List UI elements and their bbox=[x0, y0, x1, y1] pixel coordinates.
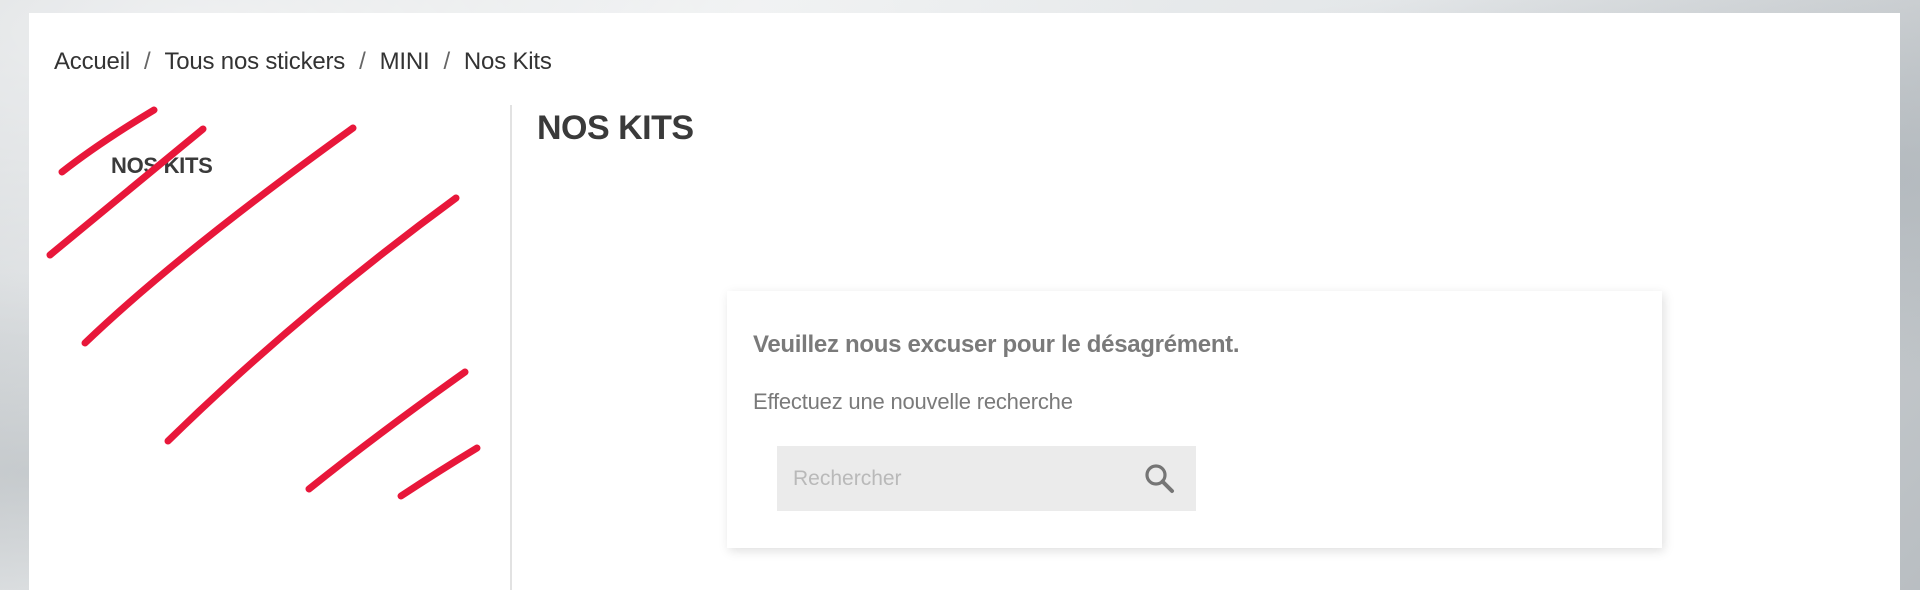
search-icon bbox=[1145, 464, 1174, 493]
breadcrumb-link-home[interactable]: Accueil bbox=[54, 48, 130, 75]
no-results-notice: Veuillez nous excuser pour le désagrémen… bbox=[727, 291, 1662, 548]
search-button[interactable] bbox=[1142, 461, 1178, 497]
sidebar-divider bbox=[510, 105, 512, 590]
breadcrumb-separator: / bbox=[359, 48, 366, 75]
notice-text: Effectuez une nouvelle recherche bbox=[753, 389, 1073, 414]
page-content: Accueil / Tous nos stickers / MINI / Nos Kits … bbox=[29, 13, 1900, 590]
sidebar bbox=[29, 105, 511, 590]
breadcrumb-link-all-stickers[interactable]: Tous nos stickers bbox=[164, 48, 345, 75]
breadcrumb-current: Nos Kits bbox=[463, 48, 552, 75]
sidebar-category-title[interactable]: NOS KITS bbox=[111, 153, 213, 179]
breadcrumb: Accueil / Tous nos stickers / MINI / Nos Kits bbox=[54, 48, 552, 76]
breadcrumb-separator: / bbox=[143, 48, 151, 75]
breadcrumb-link-mini[interactable]: MINI bbox=[380, 48, 430, 75]
notice-title: Veuillez nous excuser pour le désagrémen… bbox=[753, 331, 1240, 358]
breadcrumb-separator: / bbox=[443, 48, 450, 75]
search-input[interactable] bbox=[777, 446, 1117, 511]
search-form bbox=[777, 446, 1196, 511]
page-title: NOS KITS bbox=[537, 109, 694, 147]
